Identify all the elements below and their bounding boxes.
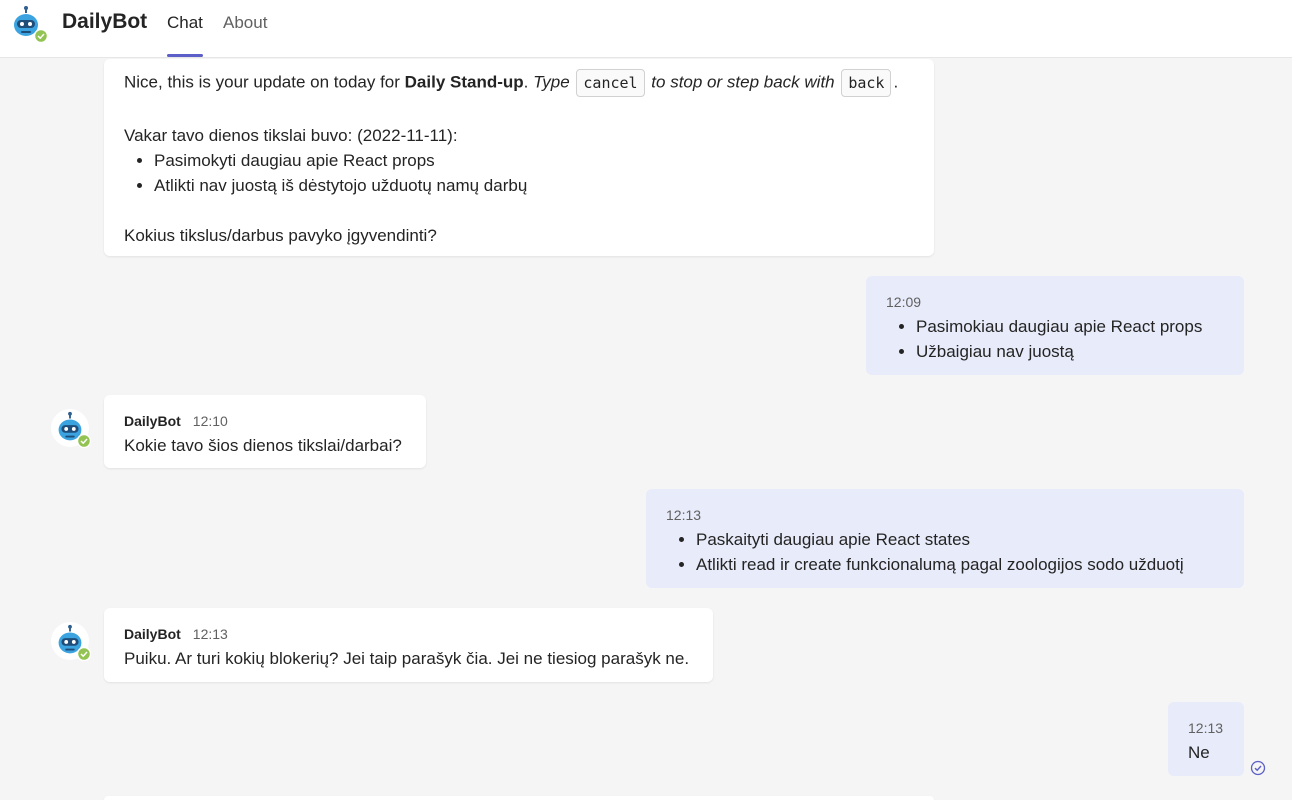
back-command: back (841, 69, 892, 97)
tab-about[interactable]: About (223, 13, 267, 33)
user-message-completed: 12:09 Pasimokiau daugiau apie React prop… (866, 276, 1244, 375)
message-meta: DailyBot 12:10 (124, 408, 228, 434)
app-header: DailyBot Chat About (0, 0, 1292, 58)
sender-name: DailyBot (124, 413, 181, 429)
app-avatar[interactable] (6, 3, 48, 43)
list-item: Atlikti read ir create funkcionalumą pag… (696, 552, 1184, 577)
available-status-icon (77, 434, 91, 448)
message-intro-line: Nice, this is your update on today for D… (124, 69, 898, 97)
standup-name: Daily Stand-up (404, 72, 524, 92)
bot-avatar[interactable] (51, 409, 91, 448)
list-item: Atlikti nav juostą iš dėstytojo užduotų … (154, 173, 527, 198)
message-timestamp: 12:13 (666, 507, 702, 523)
bot-message-blockers: DailyBot 12:13 Puiku. Ar turi kokių bloke… (104, 608, 713, 682)
message-text: Kokie tavo šios dienos tikslai/darbai? (124, 436, 402, 455)
list-item: Užbaigiau nav juostą (916, 339, 1202, 364)
message-timestamp: 12:13 (1188, 720, 1224, 736)
list-item: Paskaityti daugiau apie React states (696, 527, 1184, 552)
message-timestamp: 12:10 (192, 413, 228, 429)
app-title: DailyBot (62, 10, 148, 33)
sender-name: DailyBot (124, 626, 181, 642)
user-message-today-goals: 12:13 Paskaityti daugiau apie React stat… (646, 489, 1244, 588)
today-goals-list: Paskaityti daugiau apie React states Atl… (646, 527, 1184, 577)
user-message-no-blockers: 12:13 Ne (1168, 702, 1244, 776)
active-tab-indicator (167, 54, 203, 57)
available-status-icon (34, 29, 48, 43)
message-text: Ne (1188, 743, 1210, 762)
cancel-command: cancel (576, 69, 645, 97)
tab-chat[interactable]: Chat (167, 13, 203, 33)
yesterday-goals-list: Pasimokyti daugiau apie React props Atli… (104, 148, 527, 198)
completed-goals-list: Pasimokiau daugiau apie React props Užba… (866, 314, 1202, 364)
list-item: Pasimokiau daugiau apie React props (916, 314, 1202, 339)
list-item: Pasimokyti daugiau apie React props (154, 148, 527, 173)
message-meta: DailyBot 12:13 (124, 621, 228, 647)
message-text: Puiku. Ar turi kokių blokerių? Jei taip … (124, 649, 690, 668)
completed-goals-question: Kokius tikslus/darbus pavyko įgyvendinti… (124, 226, 437, 245)
message-timestamp: 12:09 (886, 294, 922, 310)
bot-message-today-goals: DailyBot 12:10 Kokie tavo šios dienos tik… (104, 395, 426, 468)
seen-check-icon (1250, 760, 1266, 776)
bot-message-standup-intro: Nice, this is your update on today for D… (104, 59, 934, 256)
bot-avatar[interactable] (51, 622, 91, 661)
bot-message-next (104, 796, 934, 800)
available-status-icon (77, 647, 91, 661)
message-timestamp: 12:13 (192, 626, 228, 642)
yesterday-goals-label: Vakar tavo dienos tikslai buvo: (2022-11… (124, 126, 458, 145)
